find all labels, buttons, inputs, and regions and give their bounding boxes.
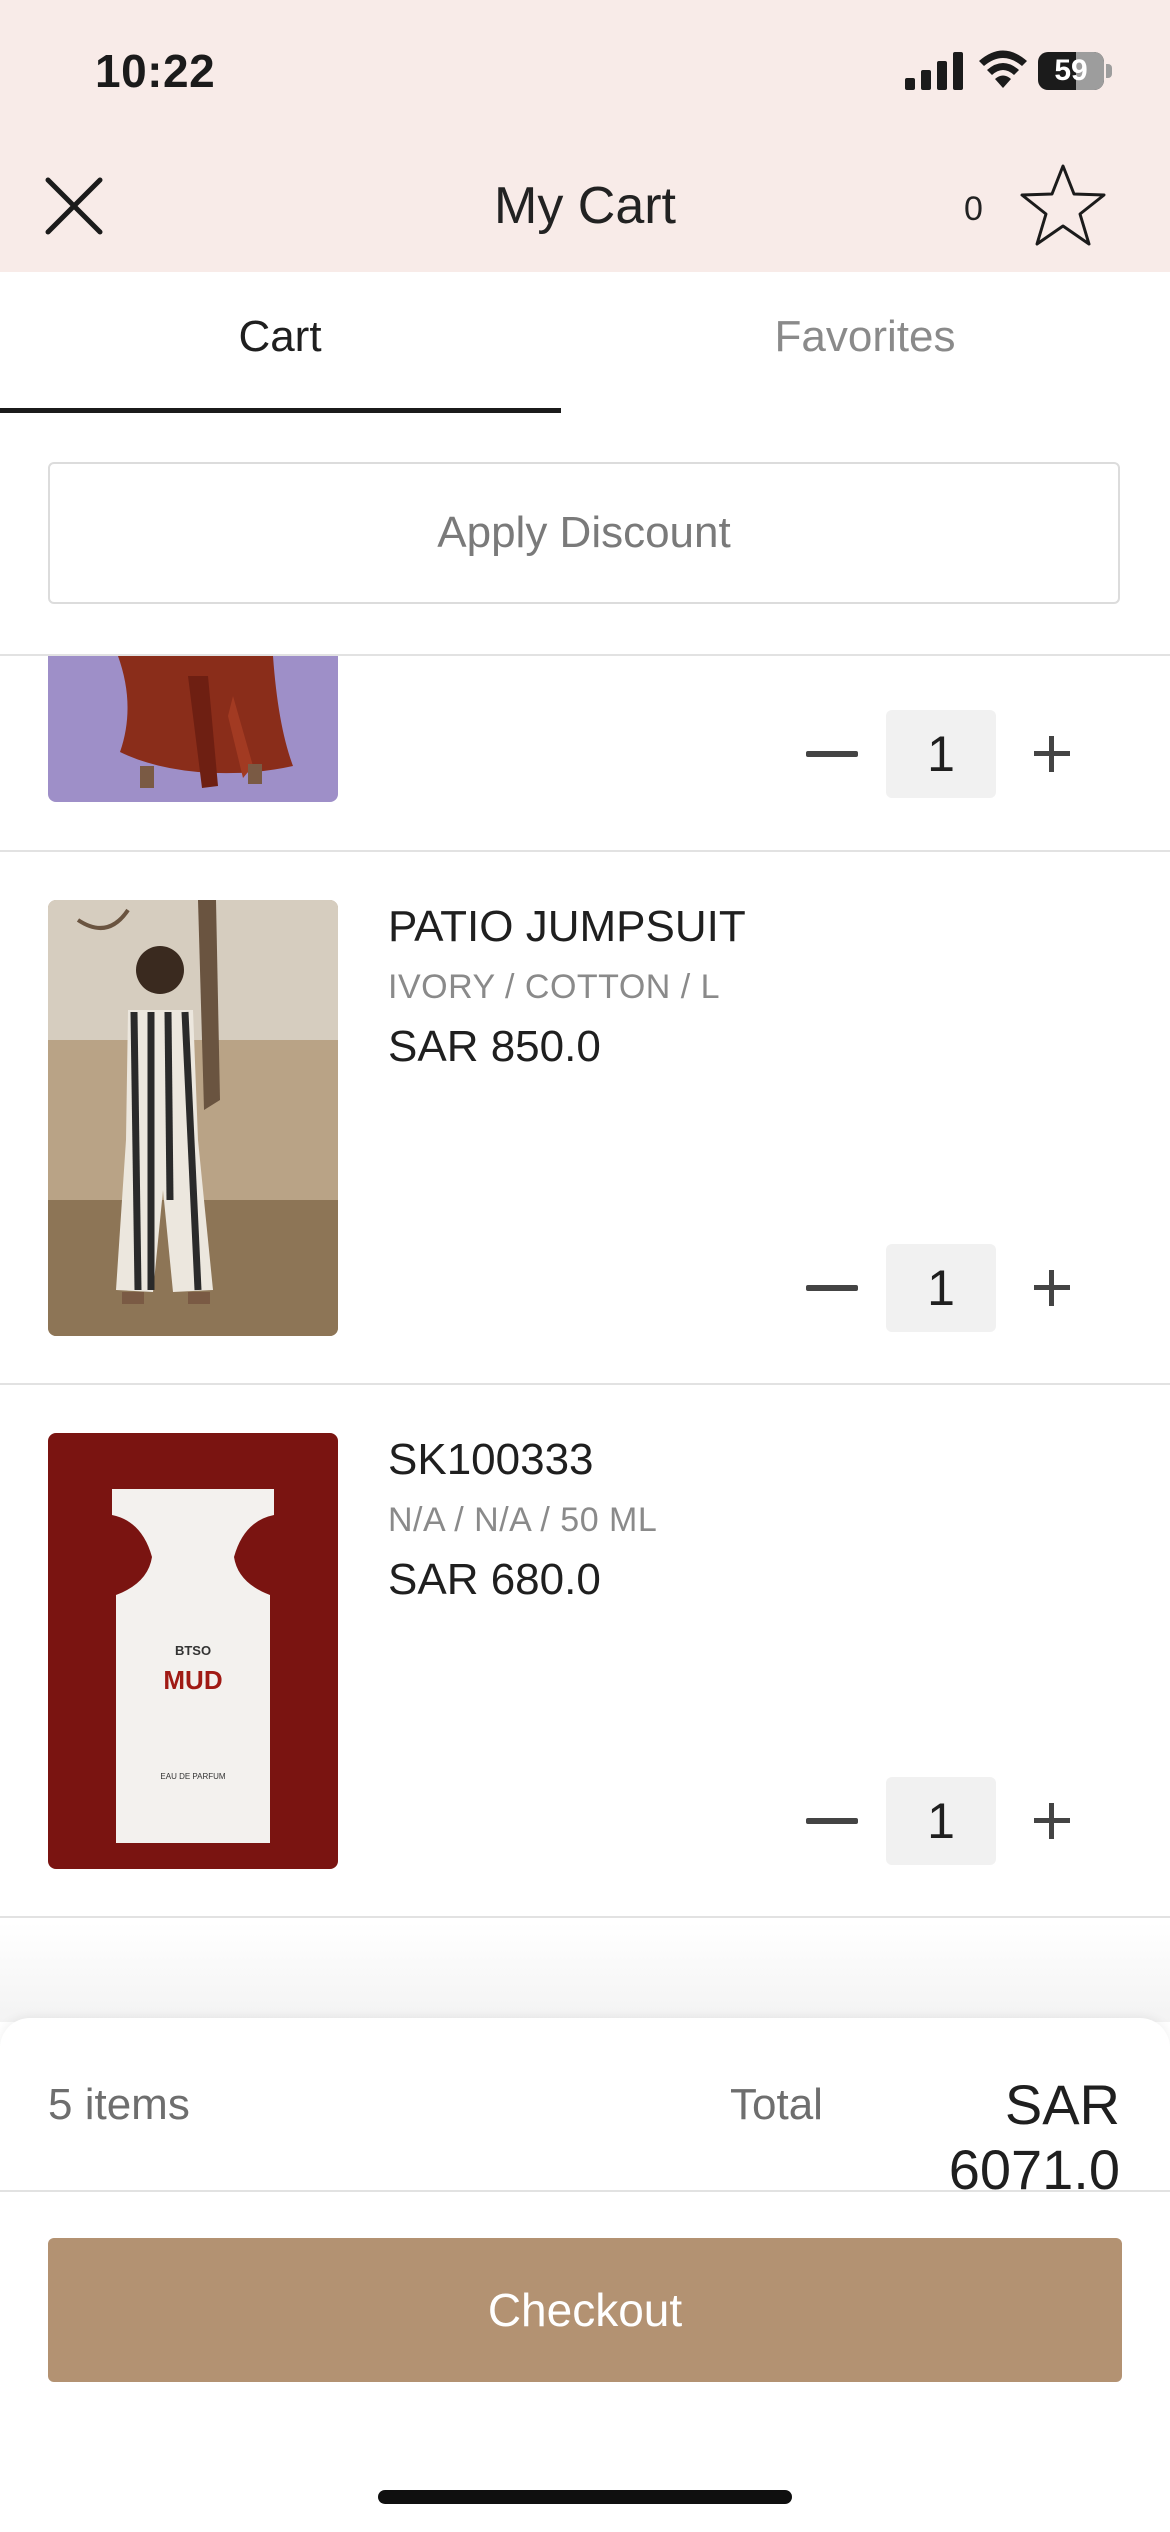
battery-icon: 59: [1038, 52, 1104, 90]
tab-favorites[interactable]: Favorites: [560, 312, 1170, 362]
product-image-jumpsuit[interactable]: [48, 900, 338, 1336]
favorites-count: 0: [964, 190, 983, 228]
battery-tip: [1106, 64, 1112, 78]
active-tab-indicator: [0, 408, 561, 413]
divider: [0, 1916, 1170, 1918]
quantity-value: 1: [886, 710, 996, 798]
decrease-quantity-button[interactable]: [806, 751, 858, 757]
cellular-signal-icon: [905, 52, 963, 90]
divider: [0, 1383, 1170, 1385]
checkout-button[interactable]: Checkout: [48, 2238, 1122, 2382]
product-name[interactable]: SK100333: [388, 1435, 594, 1485]
star-icon[interactable]: [1018, 162, 1108, 250]
items-count: 5 items: [48, 2080, 190, 2129]
product-image-dress[interactable]: [48, 656, 338, 802]
scroll-fade: [0, 1922, 1170, 2022]
checkout-label: Checkout: [487, 2284, 683, 2336]
apply-discount-button[interactable]: Apply Discount: [48, 462, 1120, 604]
page-title: My Cart: [494, 177, 676, 235]
divider: [0, 850, 1170, 852]
increase-quantity-button[interactable]: [1034, 1803, 1070, 1839]
product-image-perfume[interactable]: BTSO MUD EAU DE PARFUM: [48, 1433, 338, 1869]
home-indicator[interactable]: [378, 2490, 792, 2504]
apply-discount-label: Apply Discount: [437, 508, 731, 557]
increase-quantity-button[interactable]: [1034, 1270, 1070, 1306]
product-name[interactable]: PATIO JUMPSUIT: [388, 902, 746, 952]
perfume-brand-text: BTSO: [175, 1643, 211, 1658]
product-price: SAR 850.0: [388, 1022, 601, 1071]
product-price: SAR 680.0: [388, 1555, 601, 1604]
divider: [0, 2190, 1170, 2192]
product-variant: IVORY / COTTON / L: [388, 968, 721, 1006]
decrease-quantity-button[interactable]: [806, 1818, 858, 1824]
decrease-quantity-button[interactable]: [806, 1285, 858, 1291]
perfume-product-text: MUD: [163, 1665, 222, 1695]
product-variant: N/A / N/A / 50 ML: [388, 1501, 658, 1539]
battery-level: 59: [1054, 54, 1088, 87]
total-label: Total: [730, 2080, 823, 2129]
quantity-value: 1: [886, 1244, 996, 1332]
total-value: SAR 6071.0: [948, 2073, 1120, 2201]
perfume-type-text: EAU DE PARFUM: [160, 1772, 226, 1781]
quantity-value: 1: [886, 1777, 996, 1865]
wifi-icon: [979, 50, 1027, 88]
status-time: 10:22: [95, 45, 216, 97]
tab-cart[interactable]: Cart: [0, 312, 560, 362]
increase-quantity-button[interactable]: [1034, 736, 1070, 772]
